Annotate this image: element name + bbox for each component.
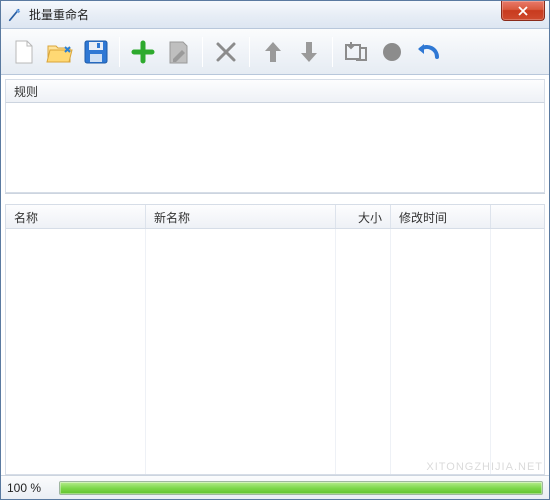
file-list-body[interactable] bbox=[6, 229, 544, 474]
toolbar-separator bbox=[119, 37, 120, 67]
column-divider bbox=[336, 229, 391, 474]
toolbar bbox=[1, 29, 549, 75]
column-divider bbox=[6, 229, 146, 474]
circle-stop-icon bbox=[381, 41, 403, 63]
save-button[interactable] bbox=[79, 34, 113, 70]
rules-header[interactable]: 规则 bbox=[5, 79, 545, 103]
progress-percent: 100 % bbox=[7, 481, 51, 495]
column-header-mtime[interactable]: 修改时间 bbox=[391, 205, 491, 228]
column-header-spacer bbox=[491, 205, 544, 228]
delete-button[interactable] bbox=[209, 34, 243, 70]
move-up-button[interactable] bbox=[256, 34, 290, 70]
stop-button[interactable] bbox=[375, 34, 409, 70]
file-new-icon bbox=[11, 38, 37, 66]
statusbar: 100 % bbox=[1, 475, 549, 499]
rules-list[interactable] bbox=[5, 103, 545, 193]
titlebar: 批量重命名 bbox=[1, 1, 549, 29]
close-icon bbox=[517, 6, 529, 16]
run-icon bbox=[343, 40, 369, 64]
move-down-button[interactable] bbox=[292, 34, 326, 70]
undo-icon bbox=[415, 41, 441, 63]
column-header-size[interactable]: 大小 bbox=[336, 205, 391, 228]
toolbar-separator bbox=[332, 37, 333, 67]
file-list-header: 名称 新名称 大小 修改时间 bbox=[6, 205, 544, 229]
arrow-up-icon bbox=[262, 39, 284, 65]
column-header-newname[interactable]: 新名称 bbox=[146, 205, 336, 228]
add-button[interactable] bbox=[126, 34, 160, 70]
toolbar-separator bbox=[202, 37, 203, 67]
app-window: 批量重命名 bbox=[0, 0, 550, 500]
progress-fill bbox=[60, 482, 542, 494]
rules-panel: 规则 bbox=[5, 79, 545, 194]
window-title: 批量重命名 bbox=[29, 6, 89, 23]
edit-button[interactable] bbox=[162, 34, 196, 70]
close-button[interactable] bbox=[501, 1, 545, 21]
floppy-save-icon bbox=[83, 39, 109, 65]
app-icon bbox=[7, 7, 23, 23]
column-divider bbox=[146, 229, 336, 474]
column-header-name[interactable]: 名称 bbox=[6, 205, 146, 228]
open-button[interactable] bbox=[43, 34, 77, 70]
file-list-panel: 名称 新名称 大小 修改时间 bbox=[5, 204, 545, 475]
x-delete-icon bbox=[215, 41, 237, 63]
note-edit-icon bbox=[167, 39, 191, 65]
arrow-down-icon bbox=[298, 39, 320, 65]
progress-bar bbox=[59, 481, 543, 495]
new-button[interactable] bbox=[7, 34, 41, 70]
toolbar-separator bbox=[249, 37, 250, 67]
undo-button[interactable] bbox=[411, 34, 445, 70]
plus-icon bbox=[131, 40, 155, 64]
column-divider bbox=[391, 229, 491, 474]
run-button[interactable] bbox=[339, 34, 373, 70]
folder-open-icon bbox=[46, 39, 74, 65]
